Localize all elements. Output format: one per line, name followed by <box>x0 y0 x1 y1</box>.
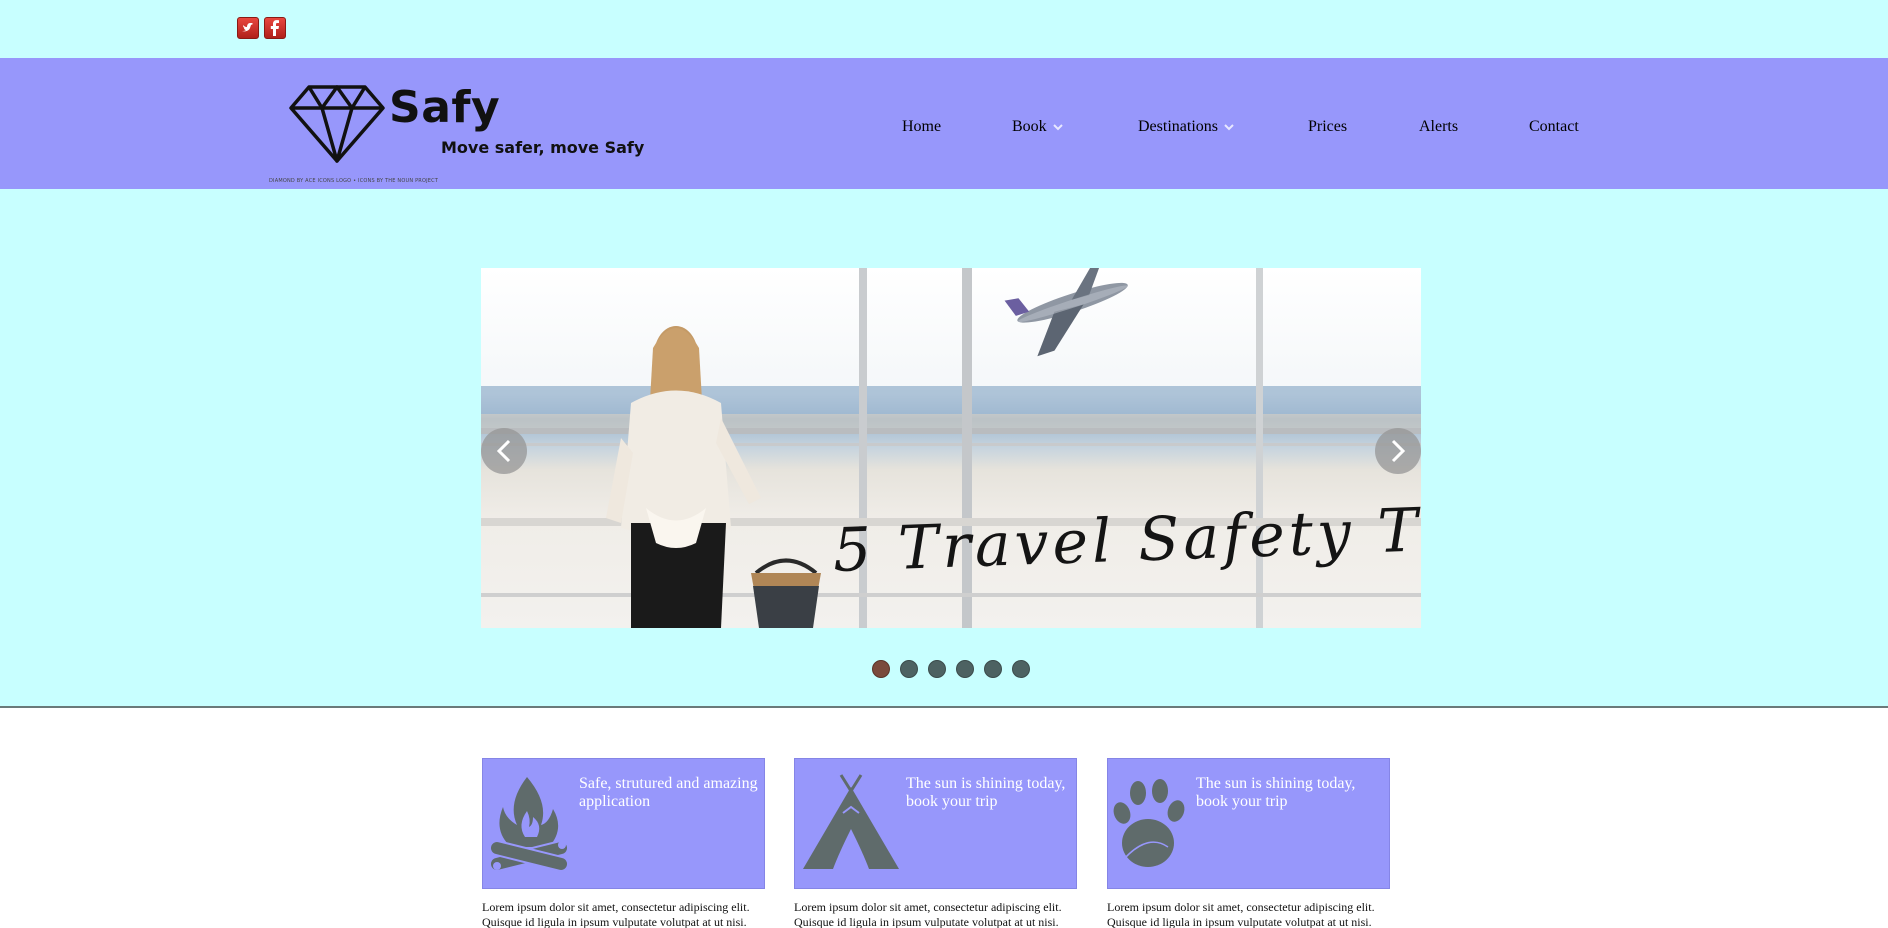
nav-home-label: Home <box>902 118 942 135</box>
nav-book[interactable]: Book <box>1012 118 1063 136</box>
campfire-icon <box>488 777 570 872</box>
site-header <box>0 58 1888 189</box>
diamond-logo-icon[interactable] <box>289 84 385 164</box>
chevron-left-icon <box>496 439 511 463</box>
nav-contact-label: Contact <box>1529 118 1579 135</box>
nav-prices[interactable]: Prices <box>1308 118 1347 136</box>
feature-description-1: Lorem ipsum dolor sit amet, consectetur … <box>482 900 750 928</box>
feature-description-3: Lorem ipsum dolor sit amet, consectetur … <box>1107 900 1375 928</box>
feature-card-1[interactable]: Safe, strutured and amazing application <box>482 758 765 889</box>
feature-title-1: Safe, strutured and amazing application <box>579 775 758 810</box>
nav-alerts[interactable]: Alerts <box>1419 118 1458 136</box>
slider-next-button[interactable] <box>1375 428 1421 474</box>
slider-dot-4[interactable] <box>956 660 974 678</box>
tent-icon <box>803 774 899 869</box>
slider-dot-2[interactable] <box>900 660 918 678</box>
feature-title-2: The sun is shining today, book your trip <box>906 775 1066 810</box>
slider-dot-5[interactable] <box>984 660 1002 678</box>
feature-title-3: The sun is shining today, book your trip <box>1196 775 1356 810</box>
slider-dot-1[interactable] <box>872 660 890 678</box>
nav-destinations[interactable]: Destinations <box>1138 118 1234 136</box>
brand-tagline: Move safer, move Safy <box>441 138 645 157</box>
nav-home[interactable]: Home <box>902 118 941 136</box>
brand-name[interactable]: Safy <box>389 86 500 130</box>
chevron-down-icon <box>1224 124 1234 131</box>
nav-contact[interactable]: Contact <box>1529 118 1579 136</box>
chevron-right-icon <box>1391 439 1406 463</box>
slider-dot-6[interactable] <box>1012 660 1030 678</box>
top-bar <box>0 0 1888 58</box>
nav-destinations-label: Destinations <box>1138 118 1218 135</box>
slider-prev-button[interactable] <box>481 428 527 474</box>
nav-prices-label: Prices <box>1308 118 1348 135</box>
feature-card-3[interactable]: The sun is shining today, book your trip <box>1107 758 1390 889</box>
nav-alerts-label: Alerts <box>1419 118 1459 135</box>
logo-credit: DIAMOND BY ACE ICONS LOGO • ICONS BY THE… <box>269 178 439 184</box>
paw-icon <box>1113 779 1185 867</box>
twitter-icon[interactable] <box>237 17 259 39</box>
slider-dot-3[interactable] <box>928 660 946 678</box>
nav-book-label: Book <box>1012 118 1047 135</box>
slider-pagination <box>872 660 1030 678</box>
feature-description-2: Lorem ipsum dolor sit amet, consectetur … <box>794 900 1062 928</box>
chevron-down-icon <box>1052 124 1063 131</box>
facebook-icon[interactable] <box>264 17 286 39</box>
feature-card-2[interactable]: The sun is shining today, book your trip <box>794 758 1077 889</box>
hero-slider[interactable]: 5 Travel Safety Tips <box>481 268 1421 628</box>
